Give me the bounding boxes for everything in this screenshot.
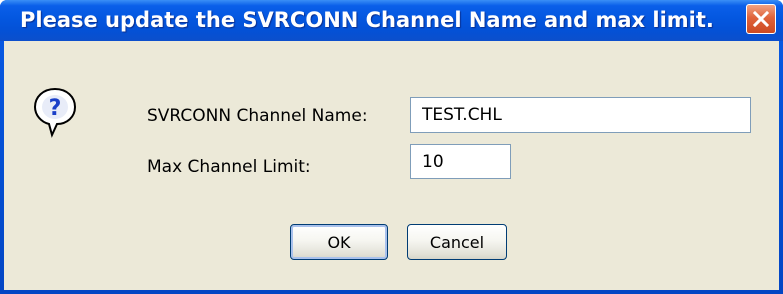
channel-name-label: SVRCONN Channel Name: bbox=[147, 106, 368, 126]
dialog-body bbox=[4, 41, 779, 290]
channel-name-field[interactable] bbox=[410, 97, 751, 133]
close-icon bbox=[752, 10, 770, 28]
max-channel-limit-field[interactable] bbox=[410, 144, 511, 179]
dialog-title: Please update the SVRCONN Channel Name a… bbox=[20, 8, 714, 32]
close-button[interactable] bbox=[746, 4, 776, 34]
question-icon: ? bbox=[33, 87, 77, 138]
title-bar[interactable]: Please update the SVRCONN Channel Name a… bbox=[0, 0, 783, 41]
dialog-window: Please update the SVRCONN Channel Name a… bbox=[0, 0, 783, 294]
max-channel-limit-label: Max Channel Limit: bbox=[147, 157, 311, 177]
ok-button[interactable]: OK bbox=[290, 224, 388, 260]
svg-text:?: ? bbox=[49, 96, 62, 121]
cancel-button[interactable]: Cancel bbox=[407, 224, 507, 260]
